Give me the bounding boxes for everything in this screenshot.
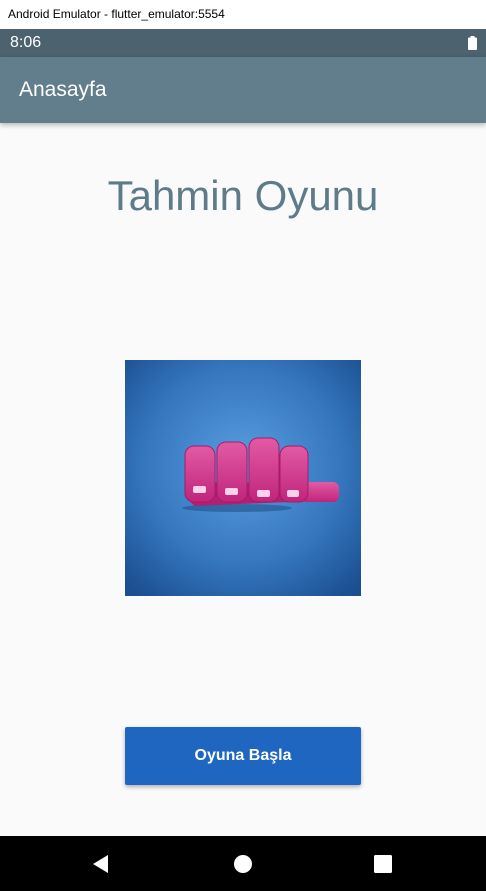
main-content: Tahmin Oyunu Oyuna Başla (0, 123, 486, 836)
battery-full-icon (468, 36, 477, 50)
hand-fingers-illustration (125, 360, 361, 596)
status-bar: 8:06 (0, 29, 486, 57)
start-game-button[interactable]: Oyuna Başla (125, 727, 361, 785)
recents-square-icon[interactable] (372, 853, 394, 875)
status-time: 8:06 (10, 34, 42, 51)
back-triangle-icon[interactable] (90, 853, 112, 875)
home-circle-icon[interactable] (232, 853, 254, 875)
window-title: Android Emulator - flutter_emulator:5554 (0, 0, 486, 29)
page-title: Tahmin Oyunu (107, 172, 379, 219)
navigation-bar (0, 836, 486, 891)
app-bar-title: Anasayfa (19, 78, 107, 101)
app-bar: Anasayfa (0, 57, 486, 123)
